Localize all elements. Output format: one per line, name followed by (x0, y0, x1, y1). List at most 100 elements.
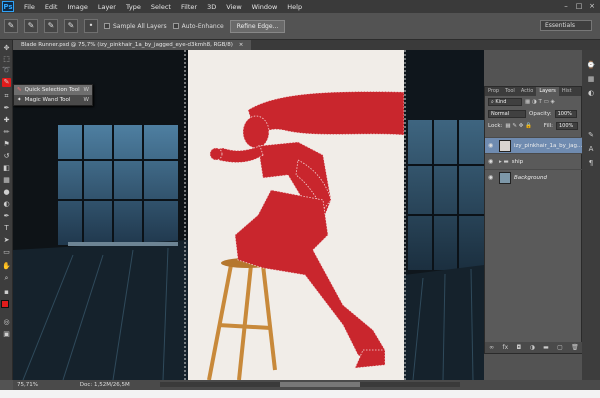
fill-label: Fill: (543, 123, 553, 129)
maximize-button[interactable]: □ (575, 2, 583, 10)
menu-view[interactable]: View (226, 3, 241, 11)
folder-icon: ▸ ▬ (499, 158, 509, 165)
layer-name: Background (514, 174, 547, 181)
fx-icon[interactable]: fx (502, 344, 508, 351)
blur-tool-icon[interactable]: ● (2, 188, 11, 197)
flyout-item-label: Quick Selection Tool (24, 87, 80, 93)
paragraph-icon[interactable]: ¶ (586, 158, 596, 168)
menu-help[interactable]: Help (287, 3, 302, 11)
flyout-quick-selection[interactable]: ✎ Quick Selection Tool W (14, 85, 92, 95)
healing-tool-icon[interactable]: ✚ (2, 116, 11, 125)
new-selection-icon[interactable]: ✎ (24, 19, 38, 33)
screen-mode-icon[interactable]: ▣ (2, 330, 11, 339)
filter-icons: ▦ ◑ T ▭ ◈ (525, 99, 555, 105)
tab-actions[interactable]: Actio (518, 87, 537, 96)
menu-filter[interactable]: Filter (181, 3, 197, 11)
lock-label: Lock: (488, 123, 503, 129)
history-icon[interactable]: ⌚ (586, 60, 596, 70)
layer-row[interactable]: ◉ izy_pinkhair_1a_by_jag... (485, 137, 583, 153)
brush-tool-icon[interactable]: ✏ (2, 128, 11, 137)
link-icon[interactable]: ∞ (489, 344, 494, 351)
stamp-tool-icon[interactable]: ⚑ (2, 140, 11, 149)
menu-type[interactable]: Type (126, 3, 141, 11)
lasso-tool-icon[interactable]: ➰ (2, 66, 11, 75)
kind-filter-select[interactable]: ⌕ Kind (488, 98, 522, 106)
horizontal-scrollbar[interactable] (160, 382, 460, 387)
default-colors-icon[interactable]: ▪ (2, 288, 11, 297)
crop-tool-icon[interactable]: ⌗ (2, 92, 11, 101)
document-tab[interactable]: Blade Runner.psd @ 75,7% (izy_pinkhair_1… (13, 40, 252, 50)
adjustments-icon[interactable]: ◐ (586, 88, 596, 98)
tab-history[interactable]: Hist (559, 87, 575, 96)
visibility-eye-icon[interactable]: ◉ (488, 158, 496, 165)
brush-panel-icon[interactable]: ✎ (586, 130, 596, 140)
menu-3d[interactable]: 3D (207, 3, 216, 11)
pen-tool-icon[interactable]: ✒ (2, 212, 11, 221)
blend-mode-select[interactable]: Normal (488, 110, 526, 118)
checkbox-box[interactable] (104, 23, 110, 29)
history-brush-icon[interactable]: ↺ (2, 152, 11, 161)
sample-all-layers-label: Sample All Layers (113, 22, 167, 30)
eyedropper-tool-icon[interactable]: ✒ (2, 104, 11, 113)
close-button[interactable]: × (588, 2, 596, 10)
menu-file[interactable]: File (24, 3, 35, 11)
hand-tool-icon[interactable]: ✋ (2, 262, 11, 271)
menu-window[interactable]: Window (252, 3, 278, 11)
menu-select[interactable]: Select (151, 3, 171, 11)
zoom-tool-icon[interactable]: ⌕ (2, 274, 11, 283)
flyout-item-label: Magic Wand Tool (24, 97, 71, 103)
auto-enhance-checkbox[interactable]: Auto-Enhance (172, 23, 224, 30)
flyout-magic-wand[interactable]: ✦ Magic Wand Tool W (14, 95, 92, 105)
opacity-input[interactable]: 100% (554, 110, 577, 118)
minimize-button[interactable]: – (562, 2, 570, 10)
layer-row[interactable]: ◉ Background (485, 169, 583, 185)
character-icon[interactable]: A (586, 144, 596, 154)
sample-all-layers-checkbox[interactable]: Sample All Layers (104, 23, 167, 30)
folder-icon[interactable]: ▬ (543, 344, 549, 351)
add-to-selection-icon[interactable]: ✎ (44, 19, 58, 33)
tab-layers[interactable]: Layers (536, 87, 559, 96)
swatches-icon[interactable]: ▦ (586, 74, 596, 84)
scrollbar-thumb[interactable] (280, 382, 360, 387)
eraser-tool-icon[interactable]: ◧ (2, 164, 11, 173)
quick-mask-icon[interactable]: ◎ (2, 318, 11, 327)
adjustment-icon[interactable]: ◑ (530, 344, 535, 351)
foreground-color-swatch[interactable] (1, 300, 9, 308)
workspace-select[interactable]: Essentials (540, 20, 592, 31)
gradient-tool-icon[interactable]: ▦ (2, 176, 11, 185)
trash-icon[interactable]: 🗑 (571, 344, 579, 351)
document-size[interactable]: Doc: 1,52M/26,5M (80, 382, 130, 388)
subtract-selection-icon[interactable]: ✎ (64, 19, 78, 33)
quick-selection-tool-icon[interactable]: ✎ (2, 78, 11, 87)
new-layer-icon[interactable]: ▢ (557, 344, 563, 351)
kind-label: Kind (495, 99, 507, 105)
tools-panel: ✥ ⬚ ➰ ✎ ⌗ ✒ ✚ ✏ ⚑ ↺ ◧ ▦ ● ◐ ✒ T ➤ ▭ ✋ ⌕ … (0, 40, 13, 380)
dodge-tool-icon[interactable]: ◐ (2, 200, 11, 209)
opacity-label: Opacity: (529, 111, 552, 117)
floor-left (13, 240, 188, 380)
move-tool-icon[interactable]: ✥ (2, 44, 11, 53)
tab-tool-presets[interactable]: Tool (502, 87, 518, 96)
tab-properties[interactable]: Prop (485, 87, 502, 96)
shape-tool-icon[interactable]: ▭ (2, 248, 11, 257)
menu-edit[interactable]: Edit (45, 3, 58, 11)
type-tool-icon[interactable]: T (2, 224, 11, 233)
app-logo: Ps (2, 1, 14, 12)
layer-row[interactable]: ◉ ▸ ▬ ship (485, 153, 583, 169)
visibility-eye-icon[interactable]: ◉ (488, 142, 496, 149)
brush-size-icon[interactable]: • (84, 19, 98, 33)
visibility-eye-icon[interactable]: ◉ (488, 174, 496, 181)
marquee-tool-icon[interactable]: ⬚ (2, 55, 11, 64)
mask-icon[interactable]: ◘ (516, 344, 521, 351)
fill-input[interactable]: 100% (556, 122, 578, 130)
quick-selection-preset-icon[interactable]: ✎ (4, 19, 18, 33)
checkbox-box[interactable] (172, 23, 179, 29)
lock-icons[interactable]: ▦ ✎ ✥ 🔒 (505, 123, 532, 129)
document-close-icon[interactable]: × (239, 42, 244, 48)
path-selection-icon[interactable]: ➤ (2, 236, 11, 245)
refine-edge-button[interactable]: Refine Edge... (229, 19, 286, 33)
menu-image[interactable]: Image (67, 3, 87, 11)
menu-layer[interactable]: Layer (98, 3, 116, 11)
zoom-level[interactable]: 75,71% (17, 382, 38, 388)
layer-thumbnail (499, 139, 511, 152)
